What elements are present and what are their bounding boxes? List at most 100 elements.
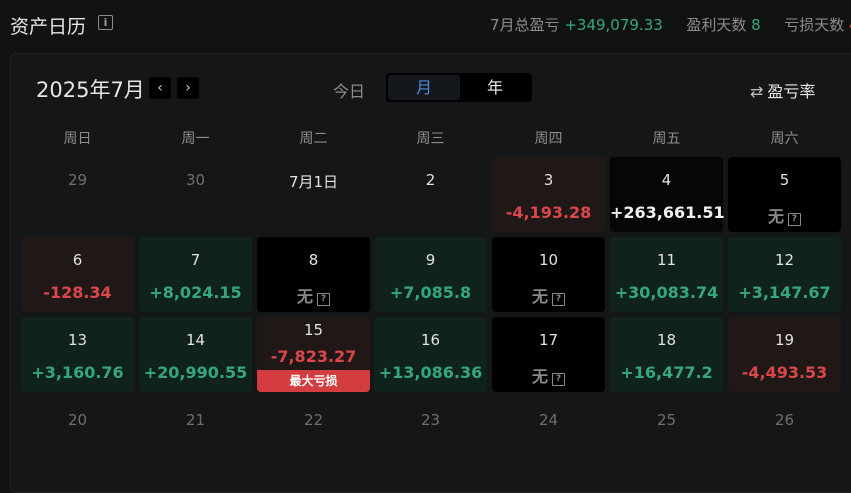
- day-cell-2-4[interactable]: 17 无?: [492, 317, 605, 392]
- day-number: 18: [656, 331, 677, 349]
- day-cell-3-3: 23: [374, 397, 487, 472]
- day-cell-0-2: 7月1日: [257, 157, 370, 232]
- day-cell-2-0[interactable]: 13 +3,160.76: [21, 317, 134, 392]
- day-pnl: +8,024.15: [149, 283, 242, 302]
- day-cell-1-4[interactable]: 10 无?: [492, 237, 605, 312]
- day-pnl: +3,160.76: [31, 363, 124, 382]
- day-cell-0-1: 30: [139, 157, 252, 232]
- day-cell-3-1: 21: [139, 397, 252, 472]
- month-total-value: +349,079.33: [564, 16, 663, 34]
- day-cell-0-0: 29: [21, 157, 134, 232]
- day-cell-2-5[interactable]: 18 +16,477.2: [610, 317, 723, 392]
- weekday-header: 周六: [770, 131, 799, 147]
- day-cell-3-2: 22: [257, 397, 370, 472]
- ratio-toggle[interactable]: ⇄ 盈亏率: [750, 78, 815, 102]
- ratio-label: 盈亏率: [767, 82, 816, 101]
- day-number: 3: [543, 171, 554, 189]
- day-cell-2-3[interactable]: 16 +13,086.36: [374, 317, 487, 392]
- month-summary: 7月总盈亏 +349,079.33 盈利天数 8 亏损天数 4: [490, 14, 851, 35]
- day-pnl: +263,661.51: [610, 203, 725, 222]
- day-pnl: 无?: [257, 283, 370, 307]
- weekday-header: 周日: [63, 131, 92, 147]
- today-button[interactable]: 今日: [333, 78, 365, 102]
- day-pnl: +13,086.36: [378, 363, 483, 382]
- day-cell-1-3[interactable]: 9 +7,085.8: [374, 237, 487, 312]
- day-cell-1-6[interactable]: 12 +3,147.67: [728, 237, 841, 312]
- day-number: 7: [190, 251, 201, 269]
- day-cell-0-6[interactable]: 5 无?: [728, 157, 841, 232]
- day-pnl: +16,477.2: [620, 363, 713, 382]
- loss-days-label: 亏损天数: [784, 16, 845, 34]
- weekday-header: 周二: [299, 131, 328, 147]
- day-number: 12: [774, 251, 795, 269]
- day-pnl: -7,823.27: [270, 347, 357, 366]
- day-number: 10: [538, 251, 559, 269]
- month-total-label: 7月总盈亏: [490, 16, 560, 34]
- help-icon[interactable]: ?: [552, 293, 565, 306]
- day-cell-3-0: 20: [21, 397, 134, 472]
- profit-days-value: 8: [751, 16, 761, 34]
- weekday-header: 周四: [534, 131, 563, 147]
- help-icon[interactable]: ?: [788, 213, 801, 226]
- day-number: 25: [656, 411, 677, 429]
- profit-days-label: 盈利天数: [686, 16, 747, 34]
- day-cell-0-5[interactable]: 4 +263,661.51: [610, 157, 725, 232]
- day-number: 8: [308, 251, 319, 269]
- help-icon[interactable]: ?: [552, 373, 565, 386]
- day-cell-1-5[interactable]: 11 +30,083.74: [610, 237, 723, 312]
- day-number: 6: [72, 251, 83, 269]
- view-year-tab[interactable]: 年: [460, 75, 530, 100]
- day-cell-2-2[interactable]: 15 -7,823.27 最大亏损: [257, 317, 370, 392]
- day-pnl: +20,990.55: [143, 363, 248, 382]
- day-number: 26: [774, 411, 795, 429]
- next-month-button[interactable]: ›: [177, 77, 199, 99]
- day-number: 21: [185, 411, 206, 429]
- day-number: 20: [67, 411, 88, 429]
- day-number: 22: [303, 411, 324, 429]
- day-cell-1-2[interactable]: 8 无?: [257, 237, 370, 312]
- view-month-tab[interactable]: 月: [388, 75, 460, 100]
- day-number: 14: [185, 331, 206, 349]
- page-title: 资产日历: [10, 16, 87, 38]
- help-icon[interactable]: ?: [317, 293, 330, 306]
- day-pnl: -4,493.53: [741, 363, 828, 382]
- view-toggle: 月 年: [386, 73, 532, 102]
- day-pnl: -4,193.28: [505, 203, 592, 222]
- day-number: 2: [425, 171, 436, 189]
- weekday-header: 周三: [416, 131, 445, 147]
- day-pnl: 无?: [728, 203, 841, 227]
- day-number: 16: [420, 331, 441, 349]
- day-cell-1-0[interactable]: 6 -128.34: [21, 237, 134, 312]
- day-number: 9: [425, 251, 436, 269]
- month-label: 2025年7月: [36, 78, 145, 102]
- day-pnl: +7,085.8: [389, 283, 472, 302]
- swap-icon: ⇄: [750, 82, 764, 101]
- day-cell-2-1[interactable]: 14 +20,990.55: [139, 317, 252, 392]
- day-pnl: 无?: [492, 283, 605, 307]
- day-number: 5: [779, 171, 790, 189]
- day-number: 7月1日: [288, 173, 339, 191]
- info-icon[interactable]: i: [98, 15, 113, 30]
- day-number: 29: [67, 171, 88, 189]
- day-cell-2-6[interactable]: 19 -4,493.53: [728, 317, 841, 392]
- day-cell-3-6: 26: [728, 397, 841, 472]
- weekday-header: 周一: [181, 131, 210, 147]
- day-pnl: +3,147.67: [738, 283, 831, 302]
- day-number: 30: [185, 171, 206, 189]
- day-number: 11: [656, 251, 677, 269]
- day-cell-1-1[interactable]: 7 +8,024.15: [139, 237, 252, 312]
- page-header: 资产日历 i 7月总盈亏 +349,079.33 盈利天数 8 亏损天数 4: [0, 0, 851, 50]
- day-number: 23: [420, 411, 441, 429]
- max-loss-badge: 最大亏损: [257, 370, 370, 392]
- day-cell-0-3: 2: [374, 157, 487, 232]
- day-number: 13: [67, 331, 88, 349]
- day-number: 24: [538, 411, 559, 429]
- prev-month-button[interactable]: ‹: [149, 77, 171, 99]
- day-cell-3-5: 25: [610, 397, 723, 472]
- day-pnl: +30,083.74: [614, 283, 719, 302]
- day-cell-0-4[interactable]: 3 -4,193.28: [492, 157, 605, 232]
- day-cell-3-4: 24: [492, 397, 605, 472]
- day-number: 15: [303, 321, 324, 339]
- day-number: 17: [538, 331, 559, 349]
- day-pnl: -128.34: [43, 283, 112, 302]
